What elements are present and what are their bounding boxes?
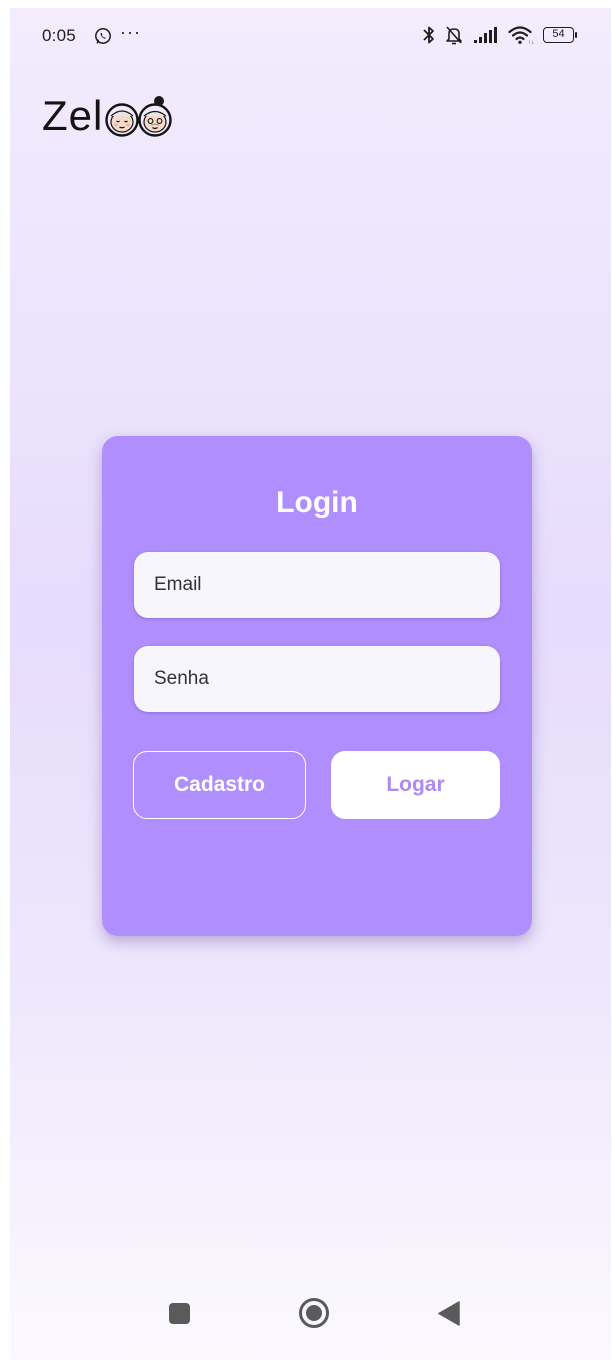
home-icon[interactable] [298, 1297, 330, 1329]
battery-icon: 54 [543, 27, 577, 43]
status-bar: 0:05 ··· ↑↓ 54 [10, 8, 611, 64]
logo-text: Zel [42, 92, 104, 139]
password-field[interactable] [134, 646, 500, 712]
password-input[interactable] [154, 668, 500, 690]
status-icons: ↑↓ 54 [423, 24, 577, 46]
bluetooth-icon [423, 26, 434, 44]
wifi-icon: ↑↓ [508, 26, 534, 45]
whatsapp-icon [95, 28, 111, 44]
login-screen: 0:05 ··· ↑↓ 54 Zel Login Email Cadastro … [10, 8, 611, 1360]
login-button[interactable]: Logar [331, 751, 500, 819]
app-logo: Zel [42, 90, 174, 142]
system-nav-bar [10, 1284, 611, 1360]
status-time: 0:05 [42, 26, 76, 45]
email-input[interactable] [154, 574, 500, 596]
login-title: Login [276, 486, 358, 519]
signal-icon [474, 27, 497, 43]
email-field[interactable] [134, 552, 500, 618]
back-icon[interactable] [438, 1301, 460, 1326]
battery-level: 54 [543, 27, 574, 43]
elderly-faces-logo-icon [105, 96, 173, 137]
login-card: Login Cadastro Logar [102, 436, 532, 936]
notification-overflow: ··· [120, 22, 141, 42]
register-button[interactable]: Cadastro [133, 751, 306, 819]
recent-apps-icon[interactable] [169, 1303, 190, 1324]
svg-text:↑↓: ↑↓ [528, 40, 534, 45]
silent-bell-icon [446, 26, 462, 45]
